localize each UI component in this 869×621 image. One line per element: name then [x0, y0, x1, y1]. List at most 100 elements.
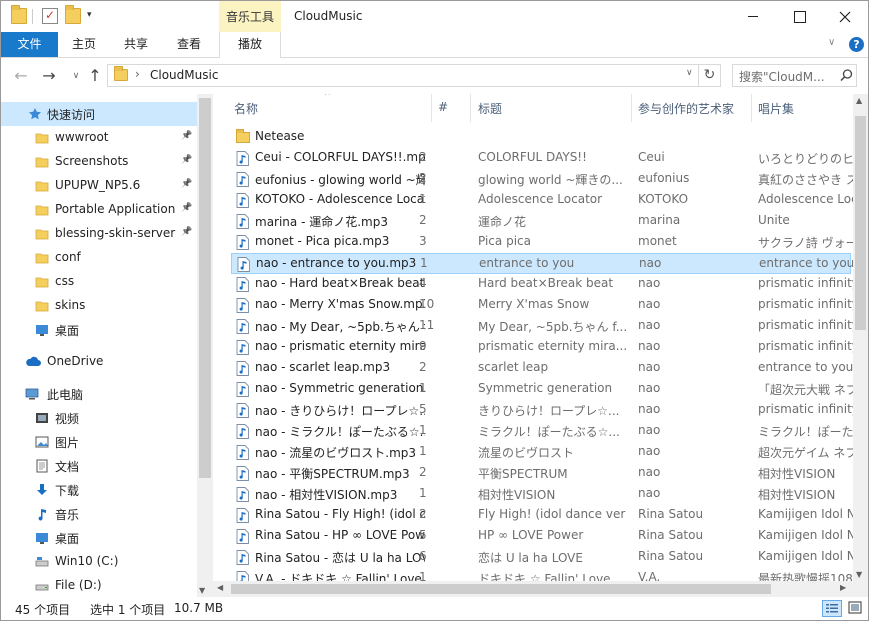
scroll-down-icon[interactable]: ▼ [856, 570, 862, 579]
back-button[interactable]: ← [11, 66, 31, 86]
vertical-scrollbar[interactable]: ▲ ▼ [853, 94, 868, 581]
file-row[interactable]: nao - 相対性VISION.mp3 1 相対性VISION nao 相対性VISIO… [231, 484, 851, 505]
nav-item-quick-7[interactable]: skins [1, 294, 197, 318]
file-row[interactable]: nao - 平衡SPECTRUM.mp3 2 平衡SPECTRUM nao 相対性VIS… [231, 463, 851, 484]
maximize-button[interactable] [776, 1, 822, 32]
nav-item-pc-7[interactable]: File (D:) [1, 574, 197, 597]
new-folder-icon[interactable] [65, 5, 81, 24]
file-row[interactable]: nao - entrance to you.mp3 1 entrance to yo… [231, 253, 854, 274]
audio-file-icon [236, 298, 249, 313]
track-title: Symmetric generation [478, 381, 613, 395]
file-row[interactable]: nao - Symmetric generation.mp31 Symmetric… [231, 379, 858, 400]
address-dropdown-icon[interactable]: ∨ [686, 68, 693, 78]
customize-quick-access-icon[interactable]: ▾ [87, 10, 92, 20]
chevron-right-icon[interactable]: › [135, 67, 140, 81]
nav-item-quick-1[interactable]: Screenshots 📌 [1, 150, 197, 174]
nav-onedrive[interactable]: OneDrive [1, 350, 197, 374]
file-row[interactable]: Rina Satou - HP ∞ LOVE Power.mp35 HP ∞ LO… [231, 526, 856, 547]
nav-item-quick-2[interactable]: UPUPW_NP5.6 📌 [1, 174, 197, 198]
properties-icon[interactable]: ✓ [42, 8, 58, 24]
file-row[interactable]: nao - My Dear, ~5pb.ちゃん f... 11 My Dear, ~… [231, 316, 858, 337]
nav-item-quick-6[interactable]: css [1, 270, 197, 294]
tab-play[interactable]: 播放 [219, 32, 281, 58]
address-path[interactable]: CloudMusic [150, 68, 218, 82]
scrollbar-thumb[interactable] [199, 98, 211, 478]
nav-item-quick-5[interactable]: conf [1, 246, 197, 270]
file-row[interactable]: marina - 運命ノ花.mp3 2 運命ノ花 marina Unite [231, 211, 851, 232]
horizontal-scrollbar[interactable]: ◀ ▶ [213, 581, 853, 597]
refresh-button[interactable]: ↻ [699, 64, 721, 87]
column-divider[interactable] [751, 94, 752, 122]
nav-item-pc-5[interactable]: 桌面 [1, 526, 197, 550]
nav-item-quick-3[interactable]: Portable Application 📌 [1, 198, 197, 222]
nav-item-pc-0[interactable]: 视频 [1, 406, 197, 430]
file-row[interactable]: nao - 流星のビヴロスト.mp3 1 流星のビヴロスト nao 超次元ゲイム ネプ [231, 442, 857, 463]
column-header-title[interactable]: 标题 [478, 100, 502, 117]
search-icon[interactable] [839, 68, 854, 83]
column-header-number[interactable]: # [438, 100, 448, 114]
nav-item-pc-3[interactable]: 下载 [1, 478, 197, 502]
details-view-button[interactable] [822, 600, 842, 617]
tab-share[interactable]: 共享 [113, 32, 159, 57]
search-input[interactable]: 搜索"CloudM... [732, 64, 857, 87]
nav-item-quick-4[interactable]: blessing-skin-server 📌 [1, 222, 197, 246]
column-header-name[interactable]: 名称 [234, 100, 258, 117]
nav-item-quick-8[interactable]: 桌面 [1, 318, 197, 342]
file-row[interactable]: nao - Hard beat×Break beat.mp34 Hard beat… [231, 274, 858, 295]
folder-icon [35, 155, 49, 169]
folder-row[interactable]: Netease [231, 127, 851, 148]
downloads-icon [35, 483, 49, 497]
tab-file[interactable]: 文件 [1, 32, 58, 57]
up-button[interactable]: ↑ [85, 66, 105, 86]
scroll-left-icon[interactable]: ◀ [217, 583, 223, 592]
nav-item-quick-0[interactable]: wwwroot 📌 [1, 126, 197, 150]
file-row[interactable]: Ceui - COLORFUL DAYS!!.mp3 2 COLORFUL DAYS… [231, 148, 854, 169]
nav-vertical-scrollbar[interactable]: ▼ [197, 94, 213, 597]
nav-this-pc[interactable]: 此电脑 [1, 382, 197, 406]
file-row[interactable]: nao - prismatic eternity mirage.mp39 pris… [231, 337, 858, 358]
scroll-down-icon[interactable]: ▼ [199, 586, 205, 595]
help-icon[interactable]: ? [849, 37, 864, 52]
scroll-right-icon[interactable]: ▶ [840, 583, 846, 592]
close-button[interactable] [822, 1, 868, 32]
forward-button[interactable]: → [39, 66, 59, 86]
file-row[interactable]: nao - scarlet leap.mp3 2 scarlet leap nao en… [231, 358, 853, 379]
file-name: Rina Satou - Fly High! (idol dance... [255, 507, 425, 521]
audio-file-icon [236, 319, 249, 334]
nav-item-pc-1[interactable]: 图片 [1, 430, 197, 454]
close-icon [839, 11, 851, 23]
scrollbar-corner [853, 581, 868, 597]
minimize-button[interactable] [730, 1, 776, 32]
file-row[interactable]: nao - ミラクル！ぽーたぶる☆... 1 ミラクル！ぽーたぶる☆... nao ミラ… [231, 421, 858, 442]
file-row[interactable]: nao - きりひらけ！ロープレ☆... 5 きりひらけ！ロープレ☆... nao pr… [231, 400, 858, 421]
column-header-artist[interactable]: 参与创作的艺术家 [638, 100, 734, 117]
column-divider[interactable] [470, 94, 471, 122]
large-icons-view-button[interactable] [846, 600, 866, 617]
file-name: Ceui - COLORFUL DAYS!!.mp3 [255, 150, 425, 164]
column-header-album[interactable]: 唱片集 [758, 100, 794, 117]
file-row[interactable]: KOTOKO - Adolescence Locator.mp31 Adolesc… [231, 190, 858, 211]
tab-view[interactable]: 查看 [166, 32, 212, 57]
expand-ribbon-icon[interactable]: ∨ [828, 37, 835, 48]
nav-item-pc-4[interactable]: 音乐 [1, 502, 197, 526]
scroll-up-icon[interactable]: ▲ [856, 96, 862, 105]
nav-item-label: blessing-skin-server [55, 226, 176, 240]
scrollbar-thumb[interactable] [855, 116, 866, 330]
file-row[interactable]: nao - Merry X'mas Snow.mp3 10 Merry X'mas … [231, 295, 858, 316]
file-name: KOTOKO - Adolescence Locator.mp3 [255, 192, 425, 206]
file-row[interactable]: Rina Satou - Fly High! (idol dance...2 Fl… [231, 505, 856, 526]
column-divider[interactable] [431, 94, 432, 122]
address-bar[interactable]: › CloudMusic ∨ [107, 64, 699, 87]
file-row[interactable]: Rina Satou - 恋は U la ha LOVE.mp36 恋は U la… [231, 547, 856, 568]
recent-locations-icon[interactable]: ∨ [66, 66, 86, 86]
nav-item-pc-2[interactable]: 文档 [1, 454, 197, 478]
nav-quick-access[interactable]: 快速访问 [1, 102, 197, 126]
audio-file-icon [236, 235, 249, 250]
file-name: nao - 平衡SPECTRUM.mp3 [255, 467, 410, 481]
file-row[interactable]: eufonius - glowing world ~輝きの...2 glowing… [231, 169, 858, 190]
nav-item-pc-6[interactable]: Win10 (C:) [1, 550, 197, 574]
file-row[interactable]: monet - Pica pica.mp3 3 Pica pica monet サクラノ… [231, 232, 858, 253]
scrollbar-thumb[interactable] [231, 584, 771, 594]
tab-home[interactable]: 主页 [61, 32, 107, 57]
column-divider[interactable] [631, 94, 632, 122]
